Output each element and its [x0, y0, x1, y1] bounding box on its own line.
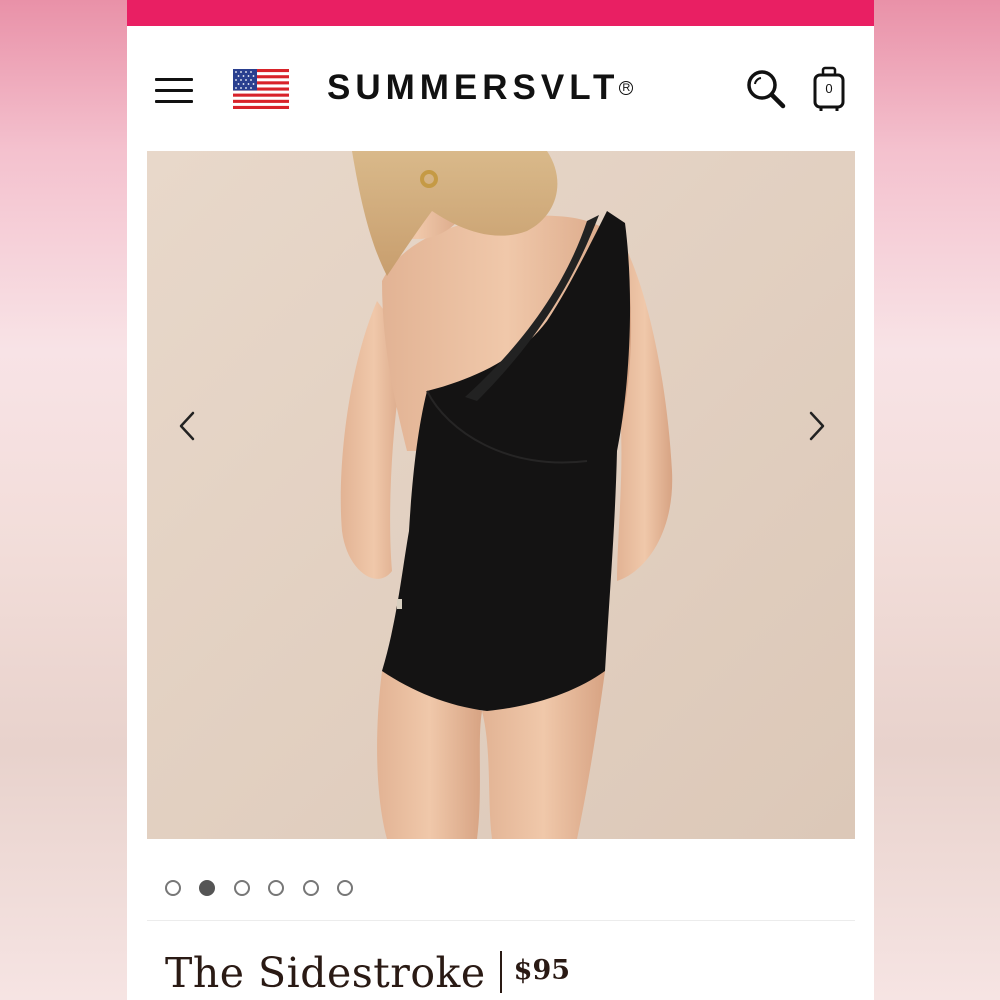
gallery-dot-1[interactable] [165, 880, 181, 896]
site-header: SUMMERSVLT R 0 [127, 26, 874, 150]
brand-logo[interactable]: SUMMERSVLT R [327, 66, 687, 110]
product-photo [147, 151, 855, 839]
product-title-row: The Sidestroke $95 [165, 945, 845, 1000]
gallery-dot-3[interactable] [234, 880, 250, 896]
registered-mark: R [619, 80, 634, 95]
hamburger-menu-icon[interactable] [155, 76, 195, 106]
product-title: The Sidestroke [165, 949, 486, 997]
gallery-dot-6[interactable] [337, 880, 353, 896]
product-price: $95 [513, 955, 571, 986]
us-flag-icon[interactable] [233, 69, 289, 109]
gallery-dot-4[interactable] [268, 880, 284, 896]
shopping-bag-icon[interactable]: 0 [811, 66, 847, 112]
chevron-right-icon[interactable] [795, 409, 835, 443]
promo-bar[interactable] [127, 0, 874, 26]
background-right [874, 0, 1000, 1000]
background-left [0, 0, 127, 1000]
gallery-dot-2[interactable] [199, 880, 215, 896]
gallery-dot-5[interactable] [303, 880, 319, 896]
chevron-left-icon[interactable] [169, 409, 209, 443]
cart-count: 0 [825, 81, 833, 96]
gallery-pagination [165, 880, 385, 902]
divider [147, 920, 855, 921]
product-image-gallery[interactable] [147, 151, 855, 839]
brand-logo-text: SUMMERSVLT [327, 68, 620, 107]
search-icon[interactable] [745, 68, 787, 110]
mobile-page: SUMMERSVLT R 0 The Sidestroke $95 [127, 0, 874, 1000]
title-separator [499, 951, 502, 993]
